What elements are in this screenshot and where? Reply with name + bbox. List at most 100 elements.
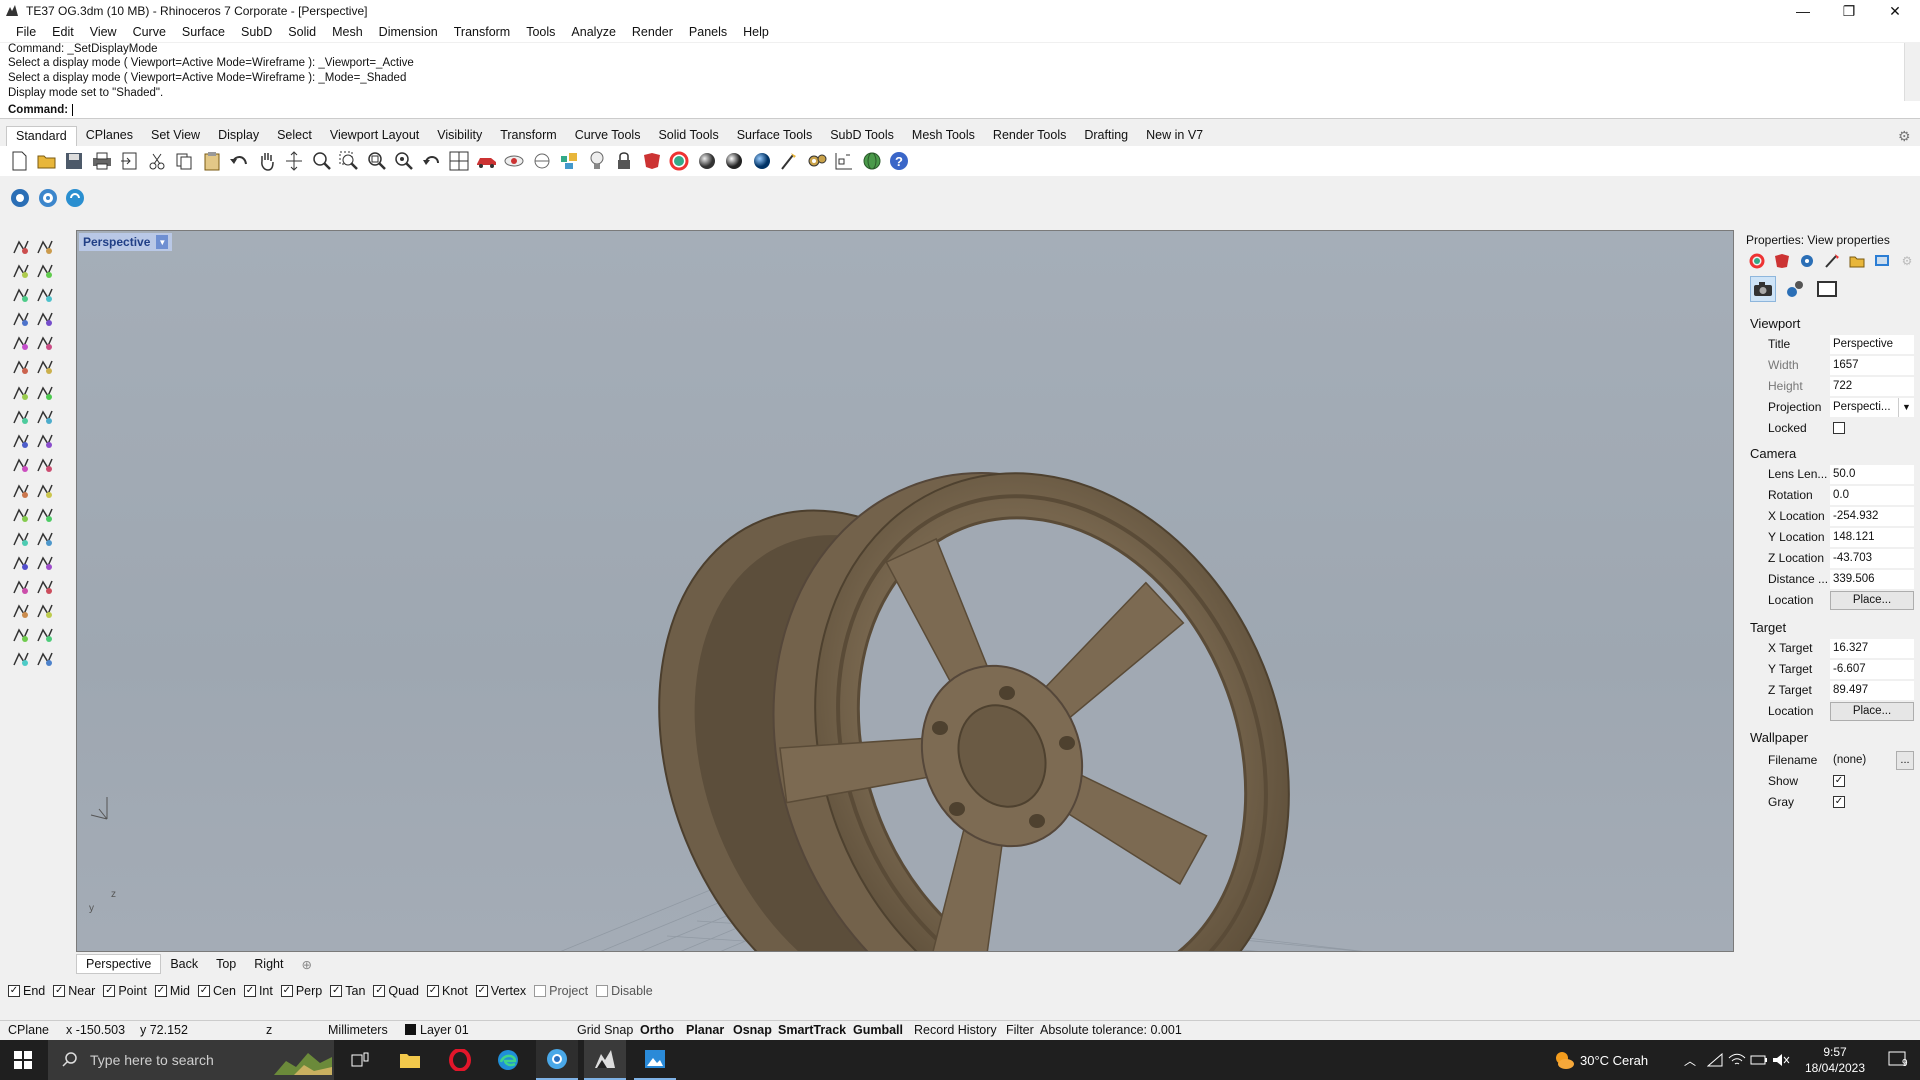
properties-tab-icon[interactable] <box>1748 252 1766 270</box>
rotate-3d-icon[interactable] <box>34 356 56 378</box>
menu-transform[interactable]: Transform <box>446 25 519 39</box>
filename-field[interactable]: (none)... <box>1830 750 1914 770</box>
osnap-end[interactable]: ✓ End <box>8 984 45 998</box>
viewport-tab-perspective[interactable]: Perspective <box>76 954 162 974</box>
add-viewport-tab-icon[interactable]: ⊕ <box>292 954 320 974</box>
osnap-perp[interactable]: ✓ Perp <box>280 984 322 998</box>
smarttrack-toggle[interactable]: SmartTrack <box>778 1023 846 1037</box>
lights-tab-icon[interactable] <box>1823 252 1841 270</box>
material-icon[interactable] <box>641 150 663 172</box>
boolean-icon[interactable] <box>34 382 56 404</box>
tab-curve-tools[interactable]: Curve Tools <box>566 126 650 146</box>
camera-subtab-icon[interactable] <box>1750 276 1776 302</box>
command-prompt[interactable]: Command: <box>0 101 1920 119</box>
minimize-button[interactable]: — <box>1780 0 1826 22</box>
rhino-taskbar-icon[interactable] <box>584 1040 626 1080</box>
command-history-scrollbar[interactable] <box>1904 43 1920 103</box>
task-view-icon[interactable] <box>340 1040 380 1080</box>
mesh-icon[interactable] <box>10 648 32 670</box>
render-gear-icon[interactable] <box>9 187 31 209</box>
print-icon[interactable] <box>91 150 113 172</box>
wifi-icon[interactable] <box>1726 1040 1748 1080</box>
open-icon[interactable] <box>36 150 58 172</box>
tab-render-tools[interactable]: Render Tools <box>984 126 1075 146</box>
osnap-mid-checkbox[interactable]: ✓ <box>154 985 167 997</box>
circle-tool-icon[interactable] <box>34 284 56 306</box>
wheel-model[interactable]: z y <box>77 231 1734 952</box>
distance-field[interactable]: 339.506 <box>1830 569 1914 589</box>
maximize-button[interactable]: ❐ <box>1826 0 1872 22</box>
car-icon[interactable] <box>476 150 498 172</box>
environments-tab-icon[interactable] <box>1798 252 1816 270</box>
osnap-near[interactable]: ✓ Near <box>53 984 95 998</box>
osnap-project[interactable]: Project <box>534 984 588 998</box>
shaded-sphere-icon[interactable] <box>696 150 718 172</box>
menu-surface[interactable]: Surface <box>174 25 233 39</box>
weather-text[interactable]: 30°C Cerah <box>1580 1040 1690 1080</box>
close-button[interactable]: ✕ <box>1872 0 1918 22</box>
tab-viewport-layout[interactable]: Viewport Layout <box>321 126 428 146</box>
tab-select[interactable]: Select <box>268 126 321 146</box>
cylinder-icon[interactable] <box>10 406 32 428</box>
viewport-title[interactable]: Perspective ▼ <box>79 233 173 251</box>
prop-width-field[interactable]: 1657 <box>1830 355 1914 375</box>
tab-cplanes[interactable]: CPlanes <box>77 126 142 146</box>
box-icon[interactable] <box>10 382 32 404</box>
tab-transform[interactable]: Transform <box>491 126 566 146</box>
osnap-knot-checkbox[interactable]: ✓ <box>427 985 439 997</box>
edit-icon[interactable] <box>34 552 56 574</box>
undo-view-icon[interactable] <box>421 150 443 172</box>
menu-panels[interactable]: Panels <box>681 25 735 39</box>
transform-icon[interactable] <box>34 600 56 622</box>
paste-icon[interactable] <box>201 150 223 172</box>
pan-icon[interactable] <box>256 150 278 172</box>
osnap-point-checkbox[interactable]: ✓ <box>103 985 116 997</box>
y-target-field[interactable]: -6.607 <box>1830 659 1914 679</box>
tube-icon[interactable] <box>10 624 32 646</box>
blue-sphere-icon[interactable] <box>751 150 773 172</box>
gumball-toggle[interactable]: Gumball <box>853 1023 903 1037</box>
layer-status[interactable]: Layer 01 <box>405 1023 469 1037</box>
volume-icon[interactable] <box>1770 1040 1792 1080</box>
render-subtab-icon[interactable] <box>1782 276 1808 302</box>
point-icon[interactable] <box>34 236 56 258</box>
osnap-quad-checkbox[interactable]: ✓ <box>373 985 386 997</box>
clock[interactable]: 9:57 18/04/2023 <box>1795 1040 1875 1080</box>
menu-view[interactable]: View <box>82 25 125 39</box>
zoom-selected-icon[interactable] <box>393 150 415 172</box>
mirror-icon[interactable] <box>34 454 56 476</box>
prop-projection-select[interactable]: Perspecti... ▼ <box>1830 397 1914 417</box>
array-icon[interactable] <box>10 600 32 622</box>
network-icon[interactable] <box>1704 1040 1726 1080</box>
zoom-icon[interactable] <box>311 150 333 172</box>
menu-analyze[interactable]: Analyze <box>563 25 623 39</box>
camera-place-button[interactable]: Place... <box>1830 590 1914 610</box>
grid-snap-toggle[interactable]: Grid Snap <box>577 1023 633 1037</box>
select-arrow-icon[interactable] <box>10 236 32 258</box>
osnap-vertex[interactable]: ✓ Vertex <box>475 984 526 998</box>
box-edit-icon[interactable] <box>10 576 32 598</box>
menu-render[interactable]: Render <box>624 25 681 39</box>
osnap-tan[interactable]: ✓ Tan <box>330 984 365 998</box>
osnap-disable[interactable]: Disable <box>596 984 653 998</box>
osnap-toggle[interactable]: Osnap <box>733 1023 772 1037</box>
tab-solid-tools[interactable]: Solid Tools <box>649 126 727 146</box>
menu-file[interactable]: File <box>8 25 44 39</box>
materials-tab-icon[interactable] <box>1773 252 1791 270</box>
render-preview-icon[interactable] <box>64 187 86 209</box>
tray-chevron-up-icon[interactable]: ︿ <box>1680 1040 1700 1080</box>
import-icon[interactable] <box>118 150 140 172</box>
save-icon[interactable] <box>63 150 85 172</box>
polyline-icon[interactable] <box>10 260 32 282</box>
osnap-knot[interactable]: ✓ Knot <box>427 984 468 998</box>
planar-toggle[interactable]: Planar <box>686 1023 724 1037</box>
filter-toggle[interactable]: Filter <box>1006 1023 1034 1037</box>
start-button[interactable] <box>0 1040 46 1080</box>
zoom-window-icon[interactable] <box>338 150 360 172</box>
options-icon[interactable] <box>778 150 800 172</box>
tab-standard[interactable]: Standard <box>6 126 77 146</box>
z-location-field[interactable]: -43.703 <box>1830 548 1914 568</box>
menu-curve[interactable]: Curve <box>125 25 174 39</box>
menu-help[interactable]: Help <box>735 25 777 39</box>
units-status[interactable]: Millimeters <box>328 1023 388 1037</box>
